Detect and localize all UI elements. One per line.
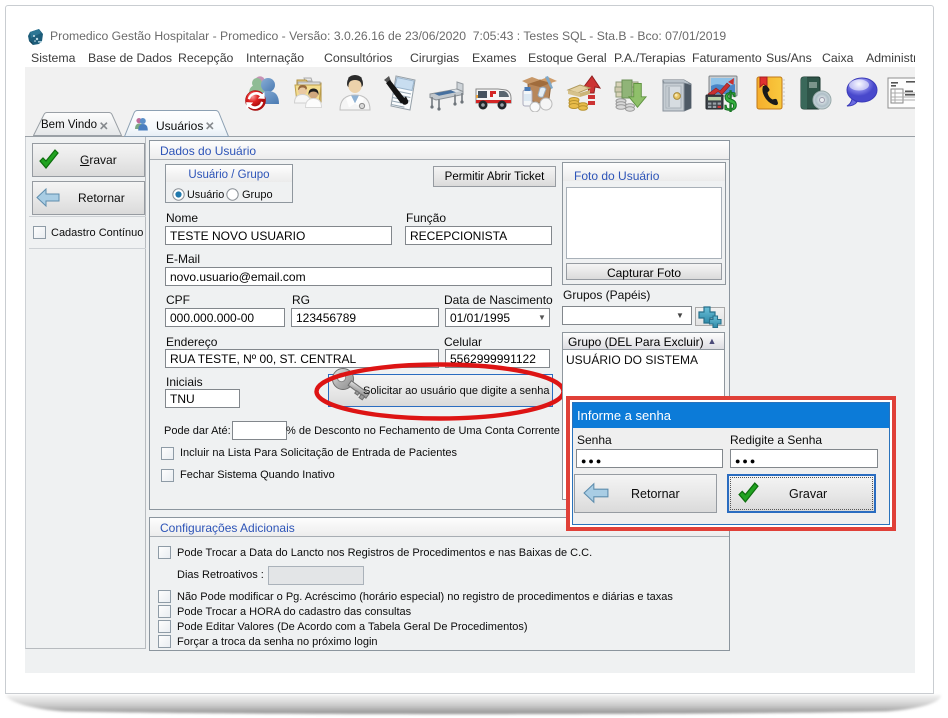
svg-text:$: $ bbox=[724, 87, 737, 112]
